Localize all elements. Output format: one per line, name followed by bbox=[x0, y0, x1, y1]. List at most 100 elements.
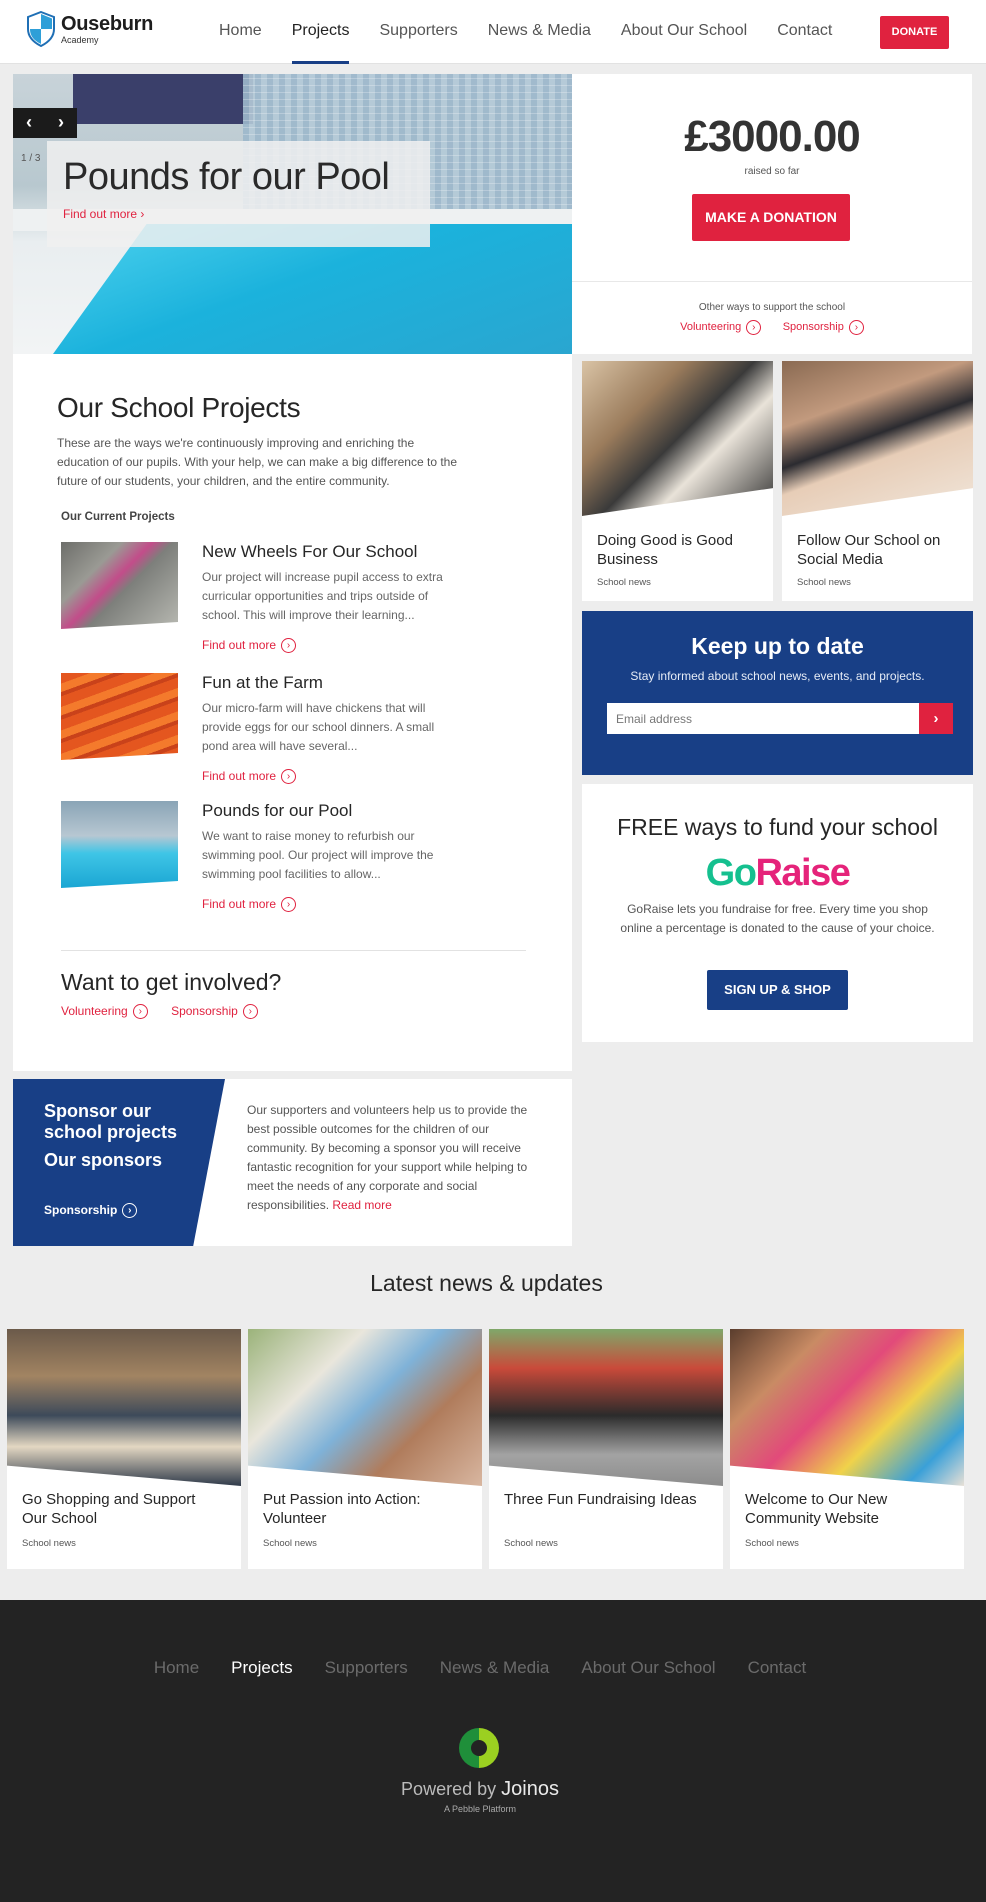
volunteering-label: Volunteering bbox=[61, 1004, 128, 1018]
projects-title: Our School Projects bbox=[57, 392, 301, 423]
project-item: New Wheels For Our School Our project wi… bbox=[61, 542, 481, 654]
news-card[interactable]: Doing Good is Good Business School news bbox=[582, 361, 773, 601]
project-title[interactable]: New Wheels For Our School bbox=[202, 542, 417, 562]
email-field[interactable] bbox=[607, 703, 919, 734]
main-nav: Home Projects Supporters News & Media Ab… bbox=[204, 0, 847, 64]
card-category: School news bbox=[597, 577, 651, 588]
hero-slider: ‹ › 1 / 3 Pounds for our Pool Find out m… bbox=[13, 74, 572, 354]
footer-nav-contact[interactable]: Contact bbox=[748, 1658, 807, 1678]
raised-label: raised so far bbox=[744, 166, 800, 177]
hero-link-label: Find out more bbox=[63, 207, 138, 221]
sponsorship-link[interactable]: Sponsorship › bbox=[44, 1203, 138, 1219]
slider-prev-button[interactable]: ‹ bbox=[13, 108, 45, 138]
sponsorship-label: Sponsorship bbox=[782, 321, 844, 334]
goraise-logo: GoRaise bbox=[582, 852, 973, 895]
divider bbox=[572, 281, 972, 282]
project-item: Fun at the Farm Our micro-farm will have… bbox=[61, 673, 481, 785]
nav-contact[interactable]: Contact bbox=[762, 0, 847, 64]
footer-nav-home[interactable]: Home bbox=[154, 1658, 199, 1678]
shield-icon bbox=[27, 11, 55, 47]
project-thumbnail[interactable] bbox=[61, 542, 178, 629]
chevron-right-icon: › bbox=[140, 207, 145, 221]
powered-by: Powered by Joinos bbox=[0, 1778, 960, 1801]
hero-title: Pounds for our Pool bbox=[63, 156, 390, 198]
news-image bbox=[248, 1329, 482, 1486]
news-card[interactable]: Follow Our School on Social Media School… bbox=[782, 361, 973, 601]
sponsor-text: Our supporters and volunteers help us to… bbox=[247, 1101, 542, 1215]
nav-projects[interactable]: Projects bbox=[277, 0, 365, 64]
chevron-circle-icon: › bbox=[122, 1203, 138, 1219]
support-links: Volunteering › Sponsorship › bbox=[572, 320, 972, 335]
card-title: Doing Good is Good Business bbox=[597, 532, 733, 568]
news-heading: Latest news & updates bbox=[370, 1270, 603, 1296]
chevron-circle-icon: › bbox=[281, 897, 297, 913]
newsletter-title: Keep up to date bbox=[691, 633, 864, 659]
news-title: Put Passion into Action: Volunteer bbox=[263, 1491, 421, 1527]
other-ways-text: Other ways to support the school bbox=[698, 302, 846, 313]
card-category: School news bbox=[797, 577, 851, 588]
news-title: Go Shopping and Support Our School bbox=[22, 1491, 196, 1527]
logo-name: Ouseburn bbox=[61, 12, 154, 35]
news-category: School news bbox=[263, 1538, 317, 1549]
news-card[interactable]: Put Passion into Action: Volunteer Schoo… bbox=[248, 1329, 482, 1569]
sponsor-section: Sponsor our school projects Our sponsors… bbox=[13, 1079, 572, 1246]
project-title[interactable]: Pounds for our Pool bbox=[202, 801, 352, 821]
goraise-logo-raise: Raise bbox=[755, 852, 850, 894]
projects-section: Our School Projects These are the ways w… bbox=[13, 354, 572, 1071]
make-donation-button[interactable]: MAKE A DONATION bbox=[692, 194, 850, 241]
chevron-circle-icon: › bbox=[132, 1004, 148, 1020]
project-thumbnail[interactable] bbox=[61, 801, 178, 888]
news-card[interactable]: Go Shopping and Support Our School Schoo… bbox=[7, 1329, 241, 1569]
joinos-logo-icon[interactable] bbox=[459, 1728, 499, 1768]
find-out-more-label: Find out more bbox=[202, 897, 277, 911]
news-category: School news bbox=[22, 1538, 76, 1549]
footer-nav-projects[interactable]: Projects bbox=[231, 1658, 292, 1678]
project-thumbnail[interactable] bbox=[61, 673, 178, 760]
project-description: Our micro-farm will have chickens that w… bbox=[202, 701, 435, 753]
read-more-link[interactable]: Read more bbox=[332, 1198, 391, 1212]
chevron-circle-icon: › bbox=[746, 320, 762, 335]
platform-label: A Pebble Platform bbox=[443, 1804, 517, 1814]
hero-find-out-more-link[interactable]: Find out more › bbox=[63, 207, 144, 221]
slider-next-button[interactable]: › bbox=[45, 108, 77, 138]
sponsorship-link[interactable]: Sponsorship › bbox=[782, 320, 864, 335]
projects-intro: These are the ways we're continuously im… bbox=[57, 436, 458, 488]
volunteering-link[interactable]: Volunteering › bbox=[61, 1004, 148, 1020]
school-logo[interactable]: Ouseburn Academy bbox=[27, 11, 153, 47]
current-projects-heading: Our Current Projects bbox=[61, 511, 175, 523]
news-title: Three Fun Fundraising Ideas bbox=[504, 1491, 697, 1508]
chevron-circle-icon: › bbox=[848, 320, 864, 335]
sponsorship-link[interactable]: Sponsorship › bbox=[171, 1004, 258, 1020]
project-description: We want to raise money to refurbish our … bbox=[202, 829, 434, 881]
footer-nav-news-media[interactable]: News & Media bbox=[440, 1658, 550, 1678]
nav-about[interactable]: About Our School bbox=[606, 0, 762, 64]
sponsor-heading: Sponsor our school projects bbox=[44, 1101, 178, 1142]
sign-up-shop-button[interactable]: SIGN UP & SHOP bbox=[707, 970, 848, 1010]
card-title: Follow Our School on Social Media bbox=[797, 532, 941, 568]
news-card[interactable]: Three Fun Fundraising Ideas School news bbox=[489, 1329, 723, 1569]
nav-news-media[interactable]: News & Media bbox=[473, 0, 606, 64]
news-image bbox=[730, 1329, 964, 1486]
chevron-circle-icon: › bbox=[281, 638, 297, 654]
volunteering-link[interactable]: Volunteering › bbox=[680, 320, 762, 335]
nav-supporters[interactable]: Supporters bbox=[364, 0, 472, 64]
get-involved-links: Volunteering › Sponsorship › bbox=[61, 1004, 258, 1020]
card-image bbox=[582, 361, 773, 516]
donate-button[interactable]: DONATE bbox=[880, 16, 949, 49]
project-find-out-more-link[interactable]: Find out more › bbox=[202, 638, 297, 654]
project-find-out-more-link[interactable]: Find out more › bbox=[202, 897, 297, 913]
subscribe-submit-button[interactable]: › bbox=[919, 703, 953, 734]
footer-nav-supporters[interactable]: Supporters bbox=[325, 1658, 408, 1678]
find-out-more-label: Find out more bbox=[202, 769, 277, 783]
footer-nav-about[interactable]: About Our School bbox=[581, 1658, 715, 1678]
volunteering-label: Volunteering bbox=[680, 321, 742, 334]
raised-amount: £3000.00 bbox=[684, 112, 861, 161]
sponsorship-label: Sponsorship bbox=[44, 1203, 118, 1217]
nav-home[interactable]: Home bbox=[204, 0, 277, 64]
project-title[interactable]: Fun at the Farm bbox=[202, 673, 323, 693]
card-image bbox=[782, 361, 973, 516]
project-find-out-more-link[interactable]: Find out more › bbox=[202, 769, 297, 785]
slide-counter: 1 / 3 bbox=[21, 153, 41, 164]
news-card[interactable]: Welcome to Our New Community Website Sch… bbox=[730, 1329, 964, 1569]
find-out-more-label: Find out more bbox=[202, 638, 277, 652]
